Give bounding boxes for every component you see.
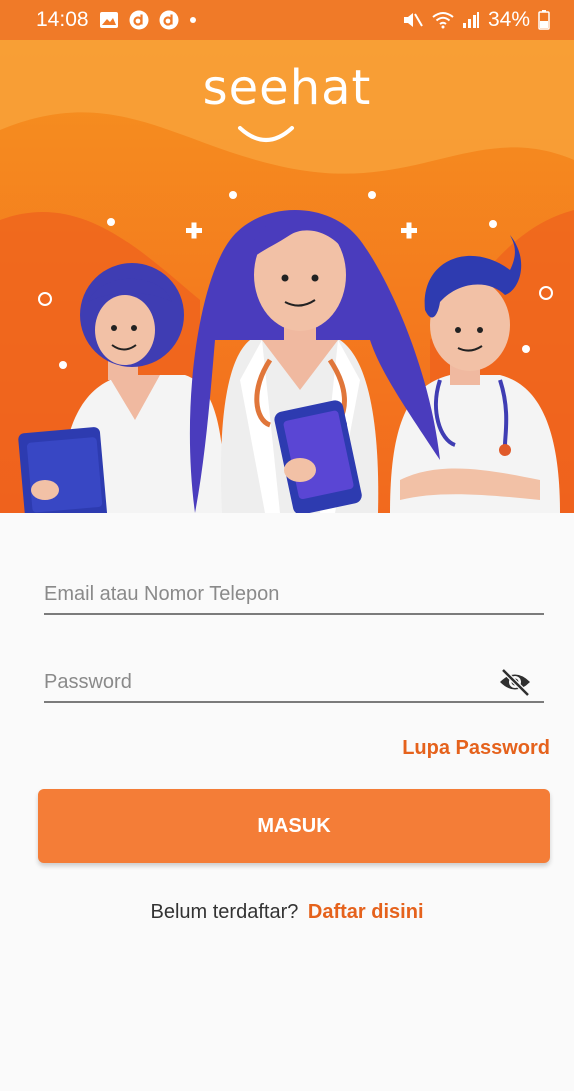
- status-right: 34%: [402, 8, 550, 32]
- status-left: 14:08: [36, 8, 197, 32]
- d-app-icon: [159, 10, 179, 30]
- mute-icon: [402, 10, 424, 30]
- password-field[interactable]: [44, 665, 484, 699]
- login-button[interactable]: MASUK: [38, 789, 550, 863]
- eye-off-icon[interactable]: [498, 667, 532, 697]
- password-field-wrapper: [44, 665, 544, 703]
- login-form: Lupa Password MASUK Belum terdaftar? Daf…: [0, 513, 574, 1091]
- signup-row: Belum terdaftar? Daftar disini: [0, 901, 574, 924]
- battery-icon: [538, 10, 550, 30]
- signup-prompt: Belum terdaftar?: [150, 901, 299, 923]
- hero-banner: seehat: [0, 40, 574, 513]
- status-time: 14:08: [36, 8, 89, 31]
- email-field[interactable]: [44, 577, 484, 611]
- status-bar: 14:08 34%: [0, 0, 574, 40]
- brand-logo: seehat: [0, 60, 574, 116]
- signal-icon: [462, 11, 480, 29]
- logo-smile-icon: [238, 126, 294, 142]
- gallery-icon: [99, 11, 119, 29]
- signup-link[interactable]: Daftar disini: [308, 901, 424, 923]
- logo-text: seehat: [202, 60, 372, 116]
- notification-dot-icon: [189, 16, 197, 24]
- d-app-icon: [129, 10, 149, 30]
- battery-percent: 34%: [487, 8, 530, 31]
- forgot-password-link[interactable]: Lupa Password: [402, 737, 550, 760]
- wifi-icon: [432, 11, 454, 29]
- email-field-wrapper: [44, 577, 544, 615]
